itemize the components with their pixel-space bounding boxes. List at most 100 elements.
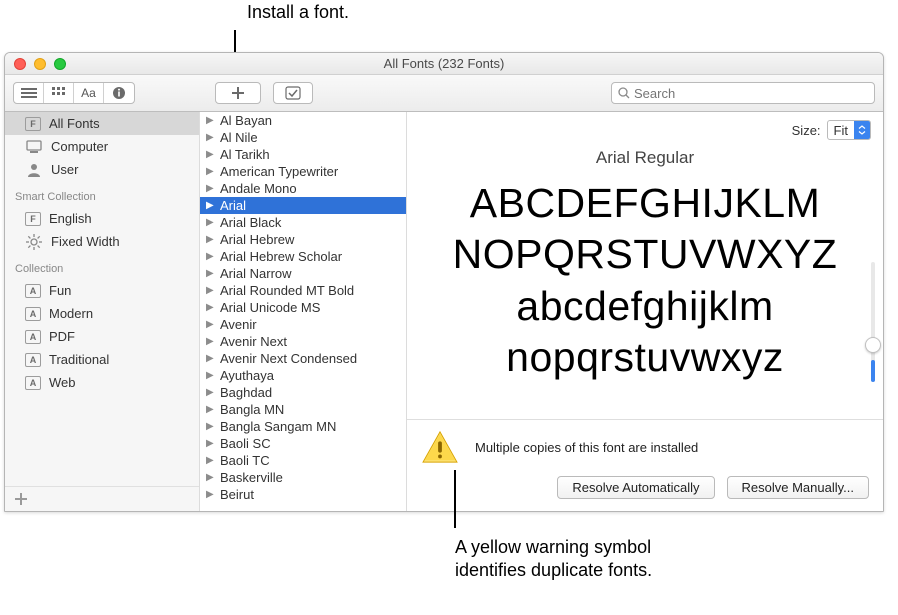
font-item[interactable]: ▶Arial Black (200, 214, 406, 231)
font-item[interactable]: ▶ Andale Mono (200, 180, 406, 197)
annotation-install-font: Install a font. (247, 2, 349, 23)
font-item[interactable]: ▶Arial (200, 197, 406, 214)
sidebar-item-fun[interactable]: AFun (5, 279, 199, 302)
add-collection-button[interactable] (5, 486, 199, 511)
sidebar-item-fixed-width[interactable]: Fixed Width (5, 230, 199, 253)
sidebar-toggle-button[interactable] (14, 83, 44, 103)
disclosure-triangle-icon[interactable]: ▶ (206, 421, 216, 432)
disclosure-triangle-icon[interactable]: ▶ (206, 438, 216, 449)
font-item[interactable]: ▶ American Typewriter (200, 163, 406, 180)
disclosure-triangle-icon[interactable]: ▶ (206, 268, 216, 279)
search-field[interactable] (611, 82, 875, 104)
font-item[interactable]: ▶Arial Rounded MT Bold (200, 282, 406, 299)
sidebar-item-label: Fun (49, 283, 71, 298)
disclosure-triangle-icon[interactable]: ▶ (206, 472, 216, 483)
zoom-button[interactable] (54, 58, 66, 70)
sample-line: nopqrstuvwxyz (421, 332, 869, 383)
add-font-button[interactable] (215, 82, 261, 104)
disclosure-triangle-icon[interactable]: ▶ (206, 370, 216, 381)
font-item[interactable]: ▶Bangla MN (200, 401, 406, 418)
size-slider-knob[interactable] (865, 337, 881, 353)
disclosure-triangle-icon[interactable]: ▶ (206, 251, 216, 262)
search-input[interactable] (634, 86, 868, 101)
font-item[interactable]: ▶Al Bayan (200, 112, 406, 129)
disclosure-triangle-icon[interactable]: ▶ (206, 387, 216, 398)
font-item[interactable]: ▶Avenir (200, 316, 406, 333)
font-item[interactable]: ▶Avenir Next (200, 333, 406, 350)
size-select[interactable]: Fit (827, 120, 871, 140)
font-name: Baskerville (220, 470, 283, 485)
close-button[interactable] (14, 58, 26, 70)
sample-line: abcdefghijklm (421, 281, 869, 332)
font-list[interactable]: ▶Al Bayan▶Al Nile▶Al Tarikh▶American Typ… (200, 112, 407, 511)
disclosure-triangle-icon[interactable]: ▶ (206, 302, 216, 313)
font-name: Beirut (220, 487, 254, 502)
disclosure-triangle-icon[interactable]: ▶ (206, 285, 216, 296)
font-name: Andale Mono (220, 181, 297, 196)
disclosure-triangle-icon[interactable]: ▶ (206, 404, 216, 415)
font-name: American Typewriter (220, 164, 338, 179)
sidebar-item-computer[interactable]: Computer (5, 135, 199, 158)
font-item[interactable]: ▶Arial Unicode MS (200, 299, 406, 316)
preview-font-name: Arial Regular (407, 148, 883, 168)
disclosure-triangle-icon[interactable]: ▶ (206, 217, 216, 228)
disclosure-triangle-icon[interactable]: ▶ (206, 455, 216, 466)
toolbar: Aa (5, 75, 883, 112)
disclosure-triangle-icon[interactable]: ▶ (206, 319, 216, 330)
sidebar-item-web[interactable]: AWeb (5, 371, 199, 394)
disclosure-triangle-icon[interactable]: ▶ (206, 132, 216, 143)
disclosure-triangle-icon[interactable]: ▶ (206, 149, 216, 160)
sidebar-item-traditional[interactable]: ATraditional (5, 348, 199, 371)
font-item[interactable]: ▶ Beirut (200, 486, 406, 503)
warning-icon (421, 430, 459, 464)
font-item[interactable]: ▶ Ayuthaya (200, 367, 406, 384)
font-item[interactable]: ▶Avenir Next Condensed (200, 350, 406, 367)
font-name: Al Tarikh (220, 147, 270, 162)
font-item[interactable]: ▶Arial Hebrew Scholar (200, 248, 406, 265)
font-item[interactable]: ▶ Arial Narrow (200, 265, 406, 282)
font-item[interactable]: ▶ Baoli TC (200, 452, 406, 469)
font-item[interactable]: ▶ Al Tarikh (200, 146, 406, 163)
disclosure-triangle-icon[interactable]: ▶ (206, 489, 216, 500)
sidebar-item-all-fonts[interactable]: FAll Fonts (5, 112, 199, 135)
disclosure-triangle-icon[interactable]: ▶ (206, 336, 216, 347)
resolve-automatically-button[interactable]: Resolve Automatically (557, 476, 714, 499)
sidebar-item-english[interactable]: FEnglish (5, 207, 199, 230)
font-item[interactable]: ▶Bangla Sangam MN (200, 418, 406, 435)
disclosure-triangle-icon[interactable]: ▶ (206, 353, 216, 364)
sample-line: ABCDEFGHIJKLM (421, 178, 869, 229)
annotation-line (454, 470, 456, 528)
resolve-manually-button[interactable]: Resolve Manually... (727, 476, 869, 499)
font-item[interactable]: ▶Arial Hebrew (200, 231, 406, 248)
disclosure-triangle-icon[interactable]: ▶ (206, 115, 216, 126)
sample-view-button[interactable]: Aa (74, 83, 104, 103)
titlebar: All Fonts (232 Fonts) (5, 53, 883, 75)
window-title: All Fonts (232 Fonts) (5, 56, 883, 71)
font-item[interactable]: ▶Baghdad (200, 384, 406, 401)
disclosure-triangle-icon[interactable]: ▶ (206, 200, 216, 211)
preview-pane: Size: Fit Arial Regular ABCDEFGHIJKLM NO… (407, 112, 883, 511)
sidebar-item-user[interactable]: User (5, 158, 199, 181)
font-name: Al Nile (220, 130, 258, 145)
sidebar-item-modern[interactable]: AModern (5, 302, 199, 325)
font-item[interactable]: ▶ Baskerville (200, 469, 406, 486)
grid-view-button[interactable] (44, 83, 74, 103)
font-name: Baoli TC (220, 453, 270, 468)
font-item[interactable]: ▶Baoli SC (200, 435, 406, 452)
collection-header: Collection (5, 253, 199, 279)
font-name: Ayuthaya (220, 368, 274, 383)
font-name: Arial Narrow (220, 266, 292, 281)
validate-font-button[interactable] (273, 82, 313, 104)
disclosure-triangle-icon[interactable]: ▶ (206, 166, 216, 177)
view-mode-group: Aa (13, 82, 135, 104)
disclosure-triangle-icon[interactable]: ▶ (206, 183, 216, 194)
info-view-button[interactable] (104, 83, 134, 103)
sidebar-item-label: PDF (49, 329, 75, 344)
minimize-button[interactable] (34, 58, 46, 70)
disclosure-triangle-icon[interactable]: ▶ (206, 234, 216, 245)
window-controls (14, 58, 66, 70)
sidebar-item-label: English (49, 211, 92, 226)
sidebar-item-pdf[interactable]: APDF (5, 325, 199, 348)
font-item[interactable]: ▶ Al Nile (200, 129, 406, 146)
sample-line: NOPQRSTUVWXYZ (421, 229, 869, 280)
